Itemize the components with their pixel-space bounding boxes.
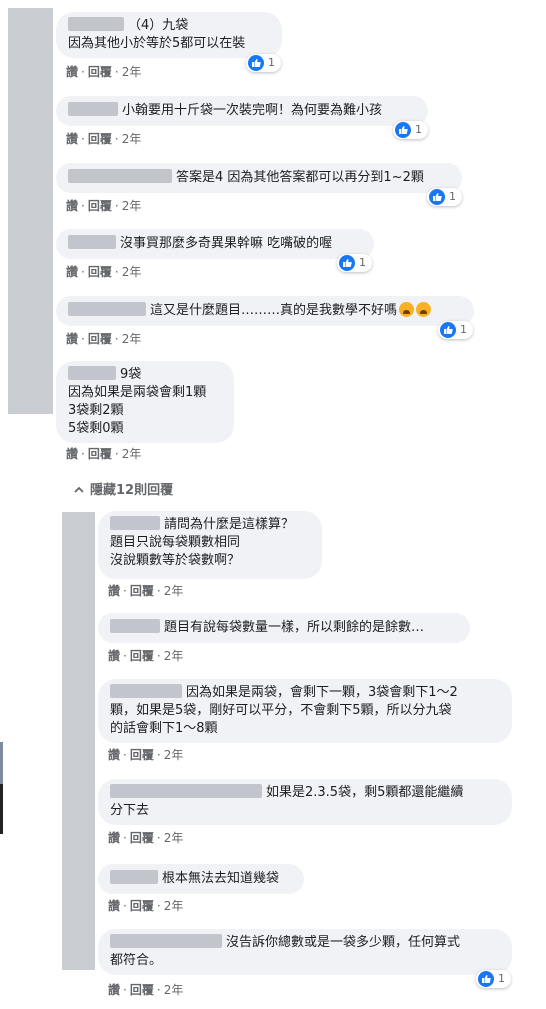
like-link[interactable]: 讚 [108,584,120,598]
like-icon [395,122,411,138]
timestamp[interactable]: 2年 [164,649,184,663]
reply-author[interactable]: 黃家豪 [110,516,160,530]
reply-link[interactable]: 回覆 [130,899,154,913]
reply-link[interactable]: 回覆 [88,447,112,461]
timestamp[interactable]: 2年 [164,748,184,762]
reply-author[interactable]: Nick Yang [110,684,182,698]
comment-actions: 讚 · 回覆 · 2年 [66,265,142,279]
timestamp[interactable]: 2年 [164,899,184,913]
reply-link[interactable]: 回覆 [88,199,112,213]
reply-link[interactable]: 回覆 [130,831,154,845]
reaction-count[interactable]: 1 [246,54,281,72]
comment-author[interactable]: 王佳瑜 [68,17,124,31]
comment-author[interactable]: Amber Lau [68,302,146,316]
comment-author[interactable]: 陳俊彥 [68,235,116,249]
comment-author[interactable]: 林志明 [68,366,116,380]
comment-bubble: 陳俊彥 沒事買那麼多奇異果幹嘛 吃嘴破的喔 [56,229,374,259]
crying-face-emoji-icon [399,302,415,317]
reply-link[interactable]: 回覆 [130,983,154,997]
reply-text: 題目有說每袋數量一樣，所以剩餘的是餘數… [164,620,425,635]
comment-text: 沒事買那麼多奇異果幹嘛 吃嘴破的喔 [120,236,333,251]
reply-author[interactable]: Lawrence Chen [110,934,222,948]
like-link[interactable]: 讚 [66,447,78,461]
comment-bubble: 王佳瑜 （4）九袋 因為其他小於等於5都可以在裝 [56,12,282,58]
comment-bubble: 林志明 9袋 因為如果是兩袋會剩1顆 3袋剩2顆 5袋剩0顆 [56,361,234,443]
timestamp[interactable]: 2年 [122,447,142,461]
reply-actions: 讚 · 回覆 · 2年 [108,748,184,762]
reply-bubble: 吳小姐 根本無法去知道幾袋 [98,864,304,894]
timestamp[interactable]: 2年 [122,332,142,346]
comment-actions: 讚 · 回覆 · 2年 [66,65,142,79]
chevron-up-icon [74,482,84,500]
comment-bubble: 張家瑋 小翰要用十斤袋一次裝完啊！為何要為難小孩 [56,96,428,126]
reply-bubble: Nick Yang 因為如果是兩袋，會剩下一顆，3袋會剩下1～2 顆，如果是5袋，… [98,679,512,743]
reply-link[interactable]: 回覆 [88,132,112,146]
like-link[interactable]: 讚 [108,983,120,997]
comment-actions: 讚 · 回覆 · 2年 [66,132,142,146]
reply-bubble: Chun Hung Chen 如果是2.3.5袋，剩5顆都還能繼續 分下去 [98,779,512,825]
reply-bubble: Lawrence Chen 沒告訴你總數或是一袋多少顆，任何算式 都符合。 [98,929,512,975]
reply-actions: 讚 · 回覆 · 2年 [108,584,184,598]
comment-text: 答案是4 因為其他答案都可以再分到1~2顆 [176,170,424,185]
timestamp[interactable]: 2年 [122,132,142,146]
reply-actions: 讚 · 回覆 · 2年 [108,899,184,913]
like-icon [248,55,264,71]
comment-actions: 讚 · 回覆 · 2年 [66,199,142,213]
timestamp[interactable]: 2年 [164,584,184,598]
like-link[interactable]: 讚 [108,899,120,913]
reply-actions: 讚 · 回覆 · 2年 [108,983,184,997]
comment-author[interactable]: Chris Wu [68,169,172,183]
comment-actions: 讚 · 回覆 · 2年 [66,447,142,461]
like-link[interactable]: 讚 [66,132,78,146]
window-edge [0,784,3,834]
comment-text: 這又是什麼題目………真的是我數學不好嗎 [150,303,398,318]
like-icon [478,971,494,987]
reply-author[interactable]: 吳小姐 [110,870,158,884]
timestamp[interactable]: 2年 [164,983,184,997]
comment-actions: 讚 · 回覆 · 2年 [66,332,142,346]
comment-bubble: Amber Lau 這又是什麼題目………真的是我數學不好嗎 [56,296,474,326]
avatar-strip [62,512,95,970]
like-link[interactable]: 讚 [66,65,78,79]
reply-author[interactable]: Kevin [110,619,160,633]
reply-link[interactable]: 回覆 [88,65,112,79]
reply-bubble: 黃家豪 請問為什麼是這樣算？ 題目只說每袋顆數相同 沒說顆數等於袋數啊？ [98,511,322,579]
reply-actions: 讚 · 回覆 · 2年 [108,831,184,845]
reply-link[interactable]: 回覆 [130,649,154,663]
comment-text: 小翰要用十斤袋一次裝完啊！為何要為難小孩 [122,103,383,118]
comment-bubble: Chris Wu 答案是4 因為其他答案都可以再分到1~2顆 [56,163,462,193]
reply-text: 根本無法去知道幾袋 [162,871,280,886]
window-edge [0,742,3,784]
reply-actions: 讚 · 回覆 · 2年 [108,649,184,663]
like-link[interactable]: 讚 [108,649,120,663]
like-link[interactable]: 讚 [108,748,120,762]
like-icon [339,255,355,271]
reply-link[interactable]: 回覆 [88,265,112,279]
timestamp[interactable]: 2年 [164,831,184,845]
like-link[interactable]: 讚 [66,332,78,346]
reaction-count[interactable]: 1 [337,254,372,272]
reaction-count[interactable]: 1 [427,188,462,206]
avatar-strip [8,8,53,414]
comment-author[interactable]: 張家瑋 [68,102,118,116]
hide-replies-link[interactable]: 隱藏12則回覆 [74,482,173,500]
scream-face-emoji-icon [416,302,432,317]
like-icon [429,189,445,205]
reply-link[interactable]: 回覆 [130,584,154,598]
like-link[interactable]: 讚 [66,265,78,279]
reply-author[interactable]: Chun Hung Chen [110,784,262,798]
timestamp[interactable]: 2年 [122,199,142,213]
like-link[interactable]: 讚 [66,199,78,213]
reaction-count[interactable]: 1 [476,970,511,988]
like-link[interactable]: 讚 [108,831,120,845]
reaction-count[interactable]: 1 [438,321,473,339]
reply-bubble: Kevin 題目有說每袋數量一樣，所以剩餘的是餘數… [98,613,470,643]
timestamp[interactable]: 2年 [122,265,142,279]
reply-link[interactable]: 回覆 [130,748,154,762]
like-icon [440,322,456,338]
reaction-count[interactable]: 1 [393,121,428,139]
timestamp[interactable]: 2年 [122,65,142,79]
reply-link[interactable]: 回覆 [88,332,112,346]
